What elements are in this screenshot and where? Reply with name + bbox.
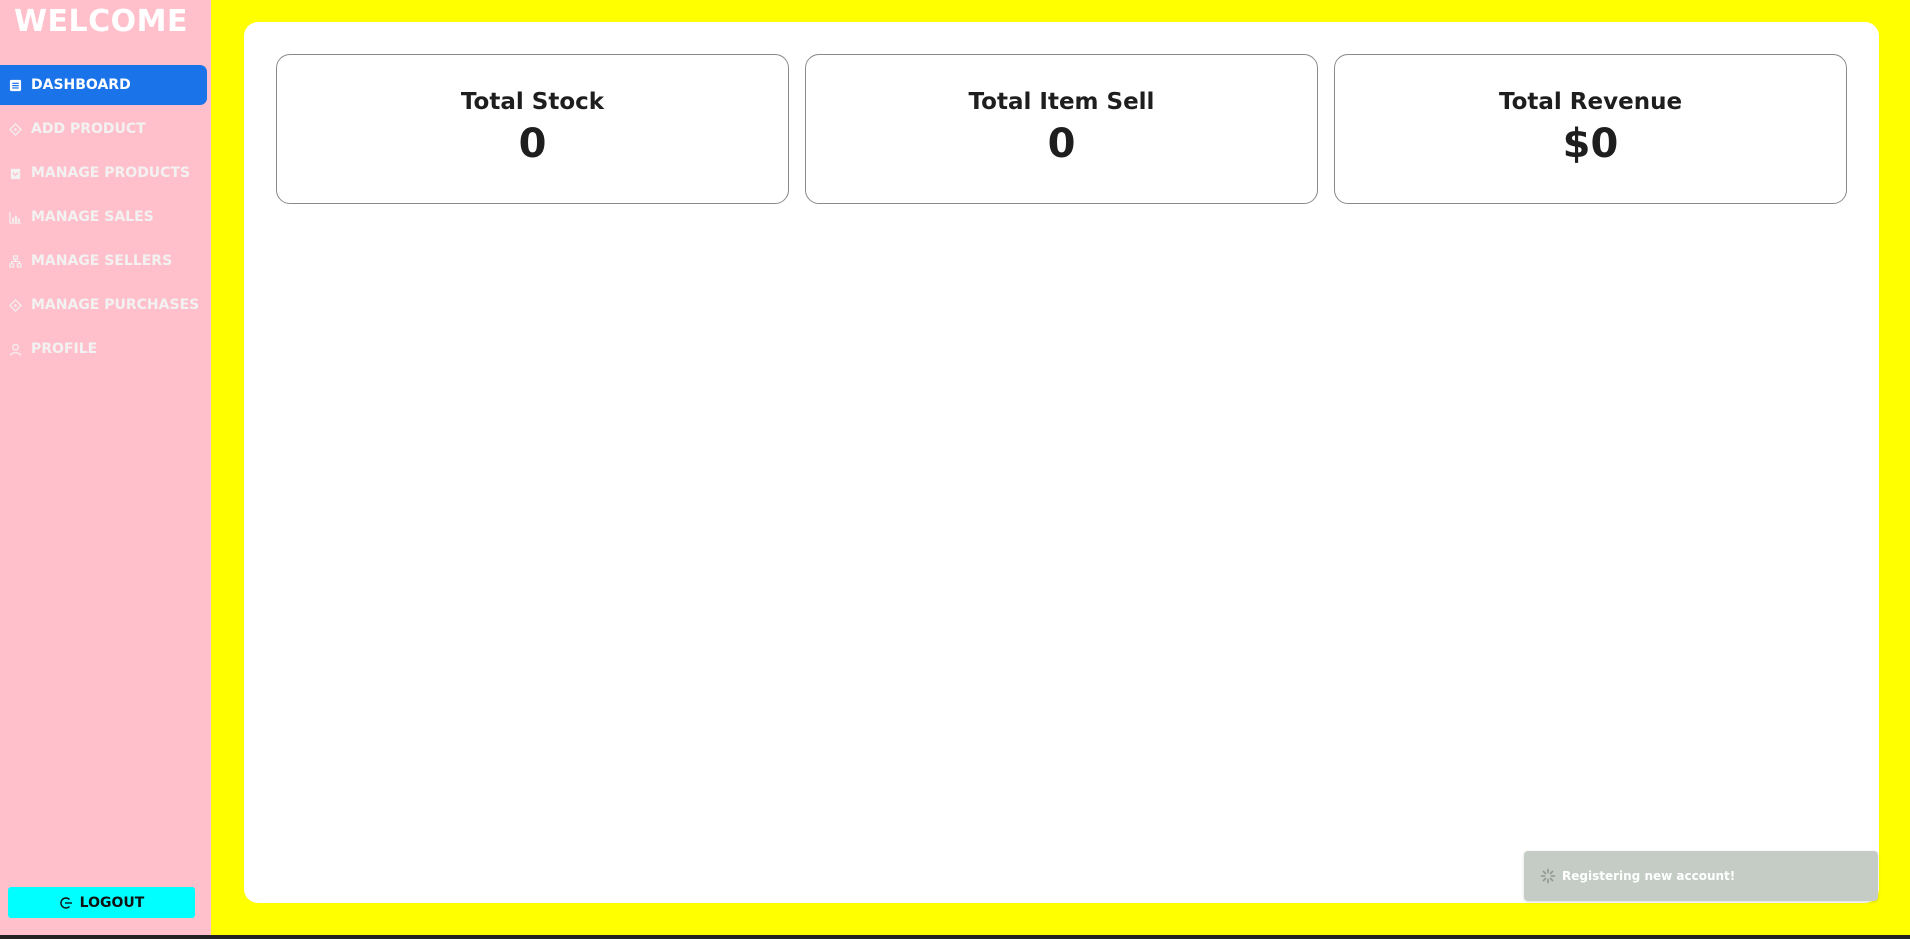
stat-value: 0 (1047, 121, 1076, 167)
logout-label: LOGOUT (79, 894, 145, 911)
bar-chart-icon (9, 211, 22, 224)
diamond-icon (9, 122, 22, 136)
sidebar-item-manage-sellers[interactable]: MANAGE SELLERS (0, 241, 207, 281)
sidebar-item-manage-sales[interactable]: MANAGE SALES (0, 197, 207, 237)
sitemap-icon (9, 254, 22, 268)
stat-label: Total Stock (460, 89, 605, 115)
diamond-icon (9, 298, 22, 312)
sidebar: WELCOME DASHBOARD ADD PRODUCT MANAGE PRO… (0, 0, 211, 935)
toast-message: Registering new account! (1562, 869, 1736, 883)
sidebar-title: WELCOME (13, 4, 189, 39)
user-icon (9, 343, 22, 356)
dashboard-icon (9, 79, 22, 92)
sidebar-item-profile[interactable]: PROFILE (0, 329, 207, 369)
stat-card-total-stock: Total Stock 0 (276, 54, 789, 204)
sidebar-item-label: MANAGE PRODUCTS (31, 165, 191, 181)
sidebar-item-manage-products[interactable]: MANAGE PRODUCTS (0, 153, 207, 193)
sidebar-item-label: MANAGE SALES (31, 209, 154, 225)
stat-value: 0 (518, 121, 547, 167)
stat-card-total-revenue: Total Revenue $0 (1334, 54, 1847, 204)
logout-button[interactable]: LOGOUT (8, 887, 195, 918)
bottom-divider (0, 935, 1910, 939)
sidebar-item-label: DASHBOARD (31, 77, 131, 93)
dashboard-panel: Total Stock 0 Total Item Sell 0 Total Re… (244, 22, 1879, 903)
sidebar-item-label: MANAGE PURCHASES (31, 297, 200, 313)
box-icon (9, 167, 22, 180)
sidebar-item-label: PROFILE (31, 341, 98, 357)
sidebar-item-dashboard[interactable]: DASHBOARD (0, 65, 207, 105)
sidebar-item-add-product[interactable]: ADD PRODUCT (0, 109, 207, 149)
stat-card-total-item-sell: Total Item Sell 0 (805, 54, 1318, 204)
stat-value: $0 (1562, 121, 1619, 167)
logout-icon (59, 896, 73, 910)
stat-label: Total Item Sell (968, 89, 1155, 115)
sidebar-item-label: MANAGE SELLERS (31, 253, 173, 269)
sidebar-item-label: ADD PRODUCT (31, 121, 146, 137)
stat-label: Total Revenue (1498, 89, 1683, 115)
spinner-icon (1540, 868, 1556, 884)
app: WELCOME DASHBOARD ADD PRODUCT MANAGE PRO… (0, 0, 1910, 939)
toast-notification[interactable]: Registering new account! (1524, 851, 1878, 901)
sidebar-item-manage-purchases[interactable]: MANAGE PURCHASES (0, 285, 207, 325)
